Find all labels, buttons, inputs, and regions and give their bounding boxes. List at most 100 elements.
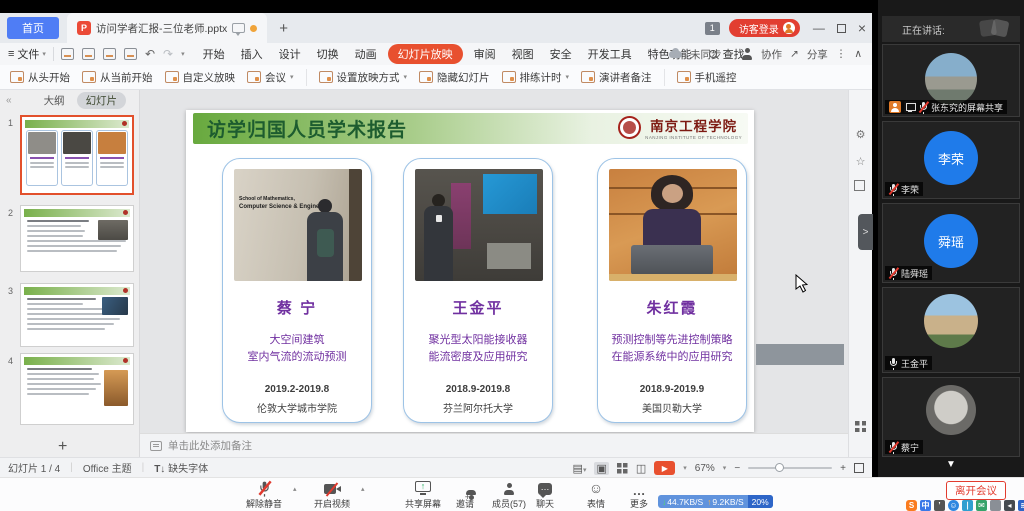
more-commands-icon[interactable]: ▾ — [181, 50, 185, 58]
emoji-button[interactable]: ☺ 表情 — [577, 480, 615, 510]
mouse-cursor — [795, 274, 808, 296]
tab-devtools[interactable]: 开发工具 — [580, 44, 640, 64]
slide-sorter-view-icon[interactable] — [617, 463, 628, 474]
zoom-slider-knob[interactable] — [775, 463, 784, 472]
participant-tile-5[interactable]: 蔡宁 — [882, 377, 1020, 457]
add-slide-button[interactable]: + — [58, 438, 67, 456]
output-icon[interactable] — [82, 48, 95, 60]
undo-icon[interactable]: ↶ — [145, 47, 155, 61]
reading-view-icon[interactable]: ◫ — [636, 462, 646, 475]
objects-icon[interactable] — [856, 182, 865, 191]
hide-slide-button[interactable]: 隐藏幻灯片 — [413, 70, 496, 85]
tab-security[interactable]: 安全 — [542, 44, 580, 64]
tab-slideshow[interactable]: 幻灯片放映 — [388, 44, 463, 64]
zoom-in-button[interactable]: + — [840, 463, 846, 474]
zoom-level[interactable]: 67% — [695, 463, 715, 474]
document-tab[interactable]: P 访问学者汇报-三位老师.pptx — [67, 13, 267, 43]
missing-font-button[interactable]: T↓ 缺失字体 — [154, 460, 208, 475]
favorites-icon[interactable]: ☆ — [856, 155, 866, 168]
chat-button[interactable]: … 聊天 — [527, 480, 563, 510]
new-tab-button[interactable]: + — [279, 20, 288, 37]
from-current-button[interactable]: 从当前开始 — [76, 70, 159, 85]
home-tab-button[interactable]: 首页 — [7, 17, 59, 39]
slide-thumbnail-3[interactable] — [20, 283, 134, 347]
tab-home[interactable]: 开始 — [195, 44, 233, 64]
sidebar-expand-handle[interactable]: > — [858, 214, 873, 250]
tab-review[interactable]: 审阅 — [466, 44, 504, 64]
print-icon[interactable] — [103, 48, 116, 60]
device-tray-icon[interactable] — [990, 500, 1001, 511]
more-menu-icon[interactable]: ⋮ — [836, 48, 847, 60]
share-button[interactable]: 分享 — [807, 47, 828, 62]
normal-view-icon[interactable]: ▣ — [594, 462, 608, 475]
setup-show-button[interactable]: 设置放映方式▾ — [313, 70, 414, 85]
minimize-button[interactable]: — — [813, 21, 825, 35]
comment-bubble-icon[interactable] — [232, 23, 245, 33]
leave-meeting-button[interactable]: 离开会议 — [946, 481, 1006, 500]
slide-1[interactable]: 访学归国人员学术报告 南京工程学院 NANJING INSTITUTE OF T… — [186, 110, 754, 432]
phone-remote-button[interactable]: 手机遥控 — [671, 70, 743, 85]
zoom-slider[interactable] — [748, 467, 832, 469]
notes-bar[interactable]: 单击此处添加备注 — [140, 433, 848, 457]
sogou-input-icon[interactable]: S — [906, 500, 917, 511]
scroll-more-participants-icon[interactable]: ▼ — [946, 459, 956, 470]
zoom-out-button[interactable]: − — [734, 463, 740, 474]
collapse-ribbon-icon[interactable]: ∧ — [854, 48, 862, 60]
outline-tab[interactable]: 大纲 — [44, 93, 65, 108]
start-video-button[interactable]: 开启视频 — [306, 480, 358, 510]
pen-input-icon[interactable]: ’ — [934, 500, 945, 511]
mail-tray-icon[interactable]: ✉ — [976, 500, 987, 511]
tab-design[interactable]: 设计 — [271, 44, 309, 64]
custom-show-button[interactable]: 自定义放映 — [159, 70, 242, 85]
save-icon[interactable] — [61, 48, 74, 60]
redo-icon[interactable]: ↷ — [163, 47, 173, 61]
slide-thumbnail-2[interactable] — [20, 205, 134, 272]
properties-icon[interactable]: ⚙ — [856, 128, 866, 141]
from-beginning-button[interactable]: 从头开始 — [4, 70, 76, 85]
collaborate-button[interactable]: 协作 — [761, 47, 782, 62]
tab-insert[interactable]: 插入 — [233, 44, 271, 64]
editing-canvas[interactable]: 访学归国人员学术报告 南京工程学院 NANJING INSTITUTE OF T… — [140, 90, 848, 433]
share-screen-button[interactable]: ↑ 共享屏幕 — [396, 480, 450, 510]
zoom-options-icon[interactable]: ▾ — [723, 464, 727, 472]
rehearse-timing-button[interactable]: 排练计时▾ — [496, 70, 576, 85]
play-slideshow-button[interactable]: ▶ — [654, 461, 675, 475]
participant-tile-3[interactable]: 舜瑶 陆舜瑶 — [882, 203, 1020, 283]
slide-thumbnail-1[interactable] — [20, 115, 134, 195]
close-button[interactable]: × — [858, 20, 866, 36]
tab-transition[interactable]: 切换 — [309, 44, 347, 64]
more-button[interactable]: … 更多 — [620, 480, 658, 510]
unmute-button[interactable]: 解除静音 — [238, 480, 290, 510]
video-options-icon[interactable]: ▴ — [361, 485, 365, 493]
volume-tray-icon[interactable]: ◂ — [1004, 500, 1015, 511]
network-tray-icon[interactable]: ≋ — [1018, 500, 1024, 511]
file-menu[interactable]: ≡ 文件 ▾ — [8, 46, 46, 62]
meeting-icon — [247, 71, 261, 83]
participant-tile-4[interactable]: 王金平 — [882, 287, 1020, 373]
guest-login-button[interactable]: 访客登录 — [729, 19, 800, 37]
slides-tab[interactable]: 幻灯片 — [77, 92, 127, 109]
theme-name[interactable]: Office 主题 — [83, 460, 132, 475]
meeting-button[interactable]: 会议▾ — [241, 70, 300, 85]
collapse-panel-icon[interactable]: « — [6, 95, 12, 106]
speaking-label: 正在讲话: — [902, 22, 945, 37]
qq-tray-icon[interactable]: ☺ — [948, 500, 959, 511]
mic-tray-icon[interactable]: ∣ — [962, 500, 973, 511]
print-preview-icon[interactable] — [124, 48, 137, 60]
sync-status[interactable]: 未同步 — [690, 47, 722, 62]
play-options-icon[interactable]: ▾ — [683, 464, 687, 472]
fit-slide-icon[interactable] — [854, 463, 864, 473]
participant-tile-1[interactable]: 张东究的屏幕共享 — [882, 44, 1020, 117]
participant-tile-2[interactable]: 李荣 李荣 — [882, 121, 1020, 199]
slide-sorter-icon[interactable] — [855, 421, 866, 432]
slides-panel: « 大纲 幻灯片 1 2 — [0, 90, 140, 457]
mic-options-icon[interactable]: ▴ — [293, 485, 297, 493]
maximize-button[interactable] — [837, 24, 846, 33]
ime-language-icon[interactable]: 中 — [920, 500, 931, 511]
tab-animation[interactable]: 动画 — [347, 44, 385, 64]
speaker-notes-button[interactable]: 演讲者备注 — [575, 70, 658, 85]
tab-view[interactable]: 视图 — [504, 44, 542, 64]
slide-thumbnail-4[interactable] — [20, 353, 134, 425]
notes-toggle-icon[interactable]: ▤▾ — [573, 462, 587, 475]
invite-button[interactable]: + 邀请 — [446, 480, 484, 510]
